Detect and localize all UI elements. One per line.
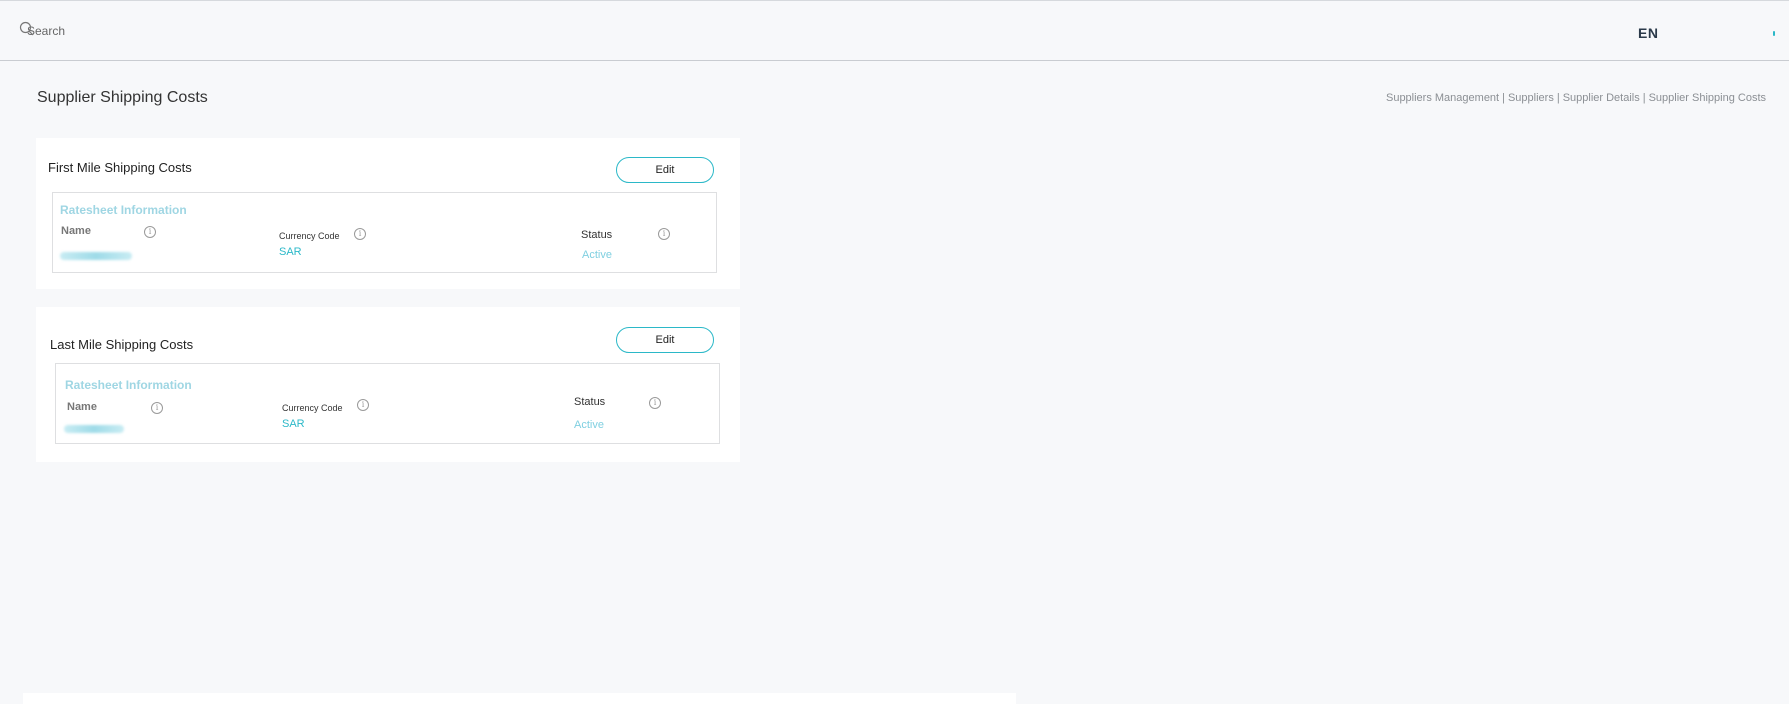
breadcrumb-separator: | xyxy=(1642,92,1646,104)
page-title: Supplier Shipping Costs xyxy=(37,89,208,106)
currency-code-value: SAR xyxy=(279,246,302,258)
section-title: Last Mile Shipping Costs xyxy=(50,337,194,352)
info-icon[interactable]: i xyxy=(354,228,366,240)
search-input[interactable] xyxy=(27,24,227,38)
user-menu-indicator[interactable] xyxy=(1773,31,1775,36)
breadcrumb-suppliers-management[interactable]: Suppliers Management xyxy=(1386,92,1499,104)
name-label: Name xyxy=(61,225,91,237)
breadcrumb-separator: | xyxy=(1556,92,1560,104)
info-icon[interactable]: i xyxy=(658,228,670,240)
top-bar: EN xyxy=(0,0,1789,61)
edit-button[interactable]: Edit xyxy=(616,327,714,353)
section-title: First Mile Shipping Costs xyxy=(48,160,192,175)
ratesheet-title: Ratesheet Information xyxy=(65,378,192,392)
info-icon[interactable]: i xyxy=(144,226,156,238)
edit-button[interactable]: Edit xyxy=(616,157,714,183)
currency-code-label: Currency Code xyxy=(279,231,340,241)
status-label: Status xyxy=(581,229,613,241)
language-selector[interactable]: EN xyxy=(1638,25,1658,41)
search-box[interactable] xyxy=(19,21,227,41)
currency-code-value: SAR xyxy=(282,418,305,430)
info-icon[interactable]: i xyxy=(357,399,369,411)
breadcrumb: Suppliers Management | Suppliers | Suppl… xyxy=(1386,92,1766,104)
ratesheet-panel: Ratesheet Information Name i Currency Co… xyxy=(52,192,717,273)
breadcrumb-suppliers[interactable]: Suppliers xyxy=(1508,92,1554,104)
breadcrumb-separator: | xyxy=(1502,92,1505,104)
horizontal-scrollbar[interactable] xyxy=(23,693,1016,704)
breadcrumb-supplier-details[interactable]: Supplier Details xyxy=(1563,92,1640,104)
currency-code-label: Currency Code xyxy=(282,403,343,413)
first-mile-card: First Mile Shipping Costs Edit Ratesheet… xyxy=(36,138,740,289)
ratesheet-title: Ratesheet Information xyxy=(60,203,187,217)
status-value: Active xyxy=(582,249,612,261)
info-icon[interactable]: i xyxy=(649,397,661,409)
ratesheet-name-value xyxy=(60,252,132,260)
ratesheet-name-value xyxy=(64,425,124,433)
last-mile-card: Last Mile Shipping Costs Edit Ratesheet … xyxy=(36,307,740,462)
ratesheet-panel: Ratesheet Information Name i Currency Co… xyxy=(55,363,720,444)
status-value: Active xyxy=(574,419,604,431)
name-label: Name xyxy=(67,401,97,413)
search-icon xyxy=(19,21,34,36)
status-label: Status xyxy=(574,396,606,408)
info-icon[interactable]: i xyxy=(151,402,163,414)
breadcrumb-supplier-shipping-costs: Supplier Shipping Costs xyxy=(1648,92,1766,104)
